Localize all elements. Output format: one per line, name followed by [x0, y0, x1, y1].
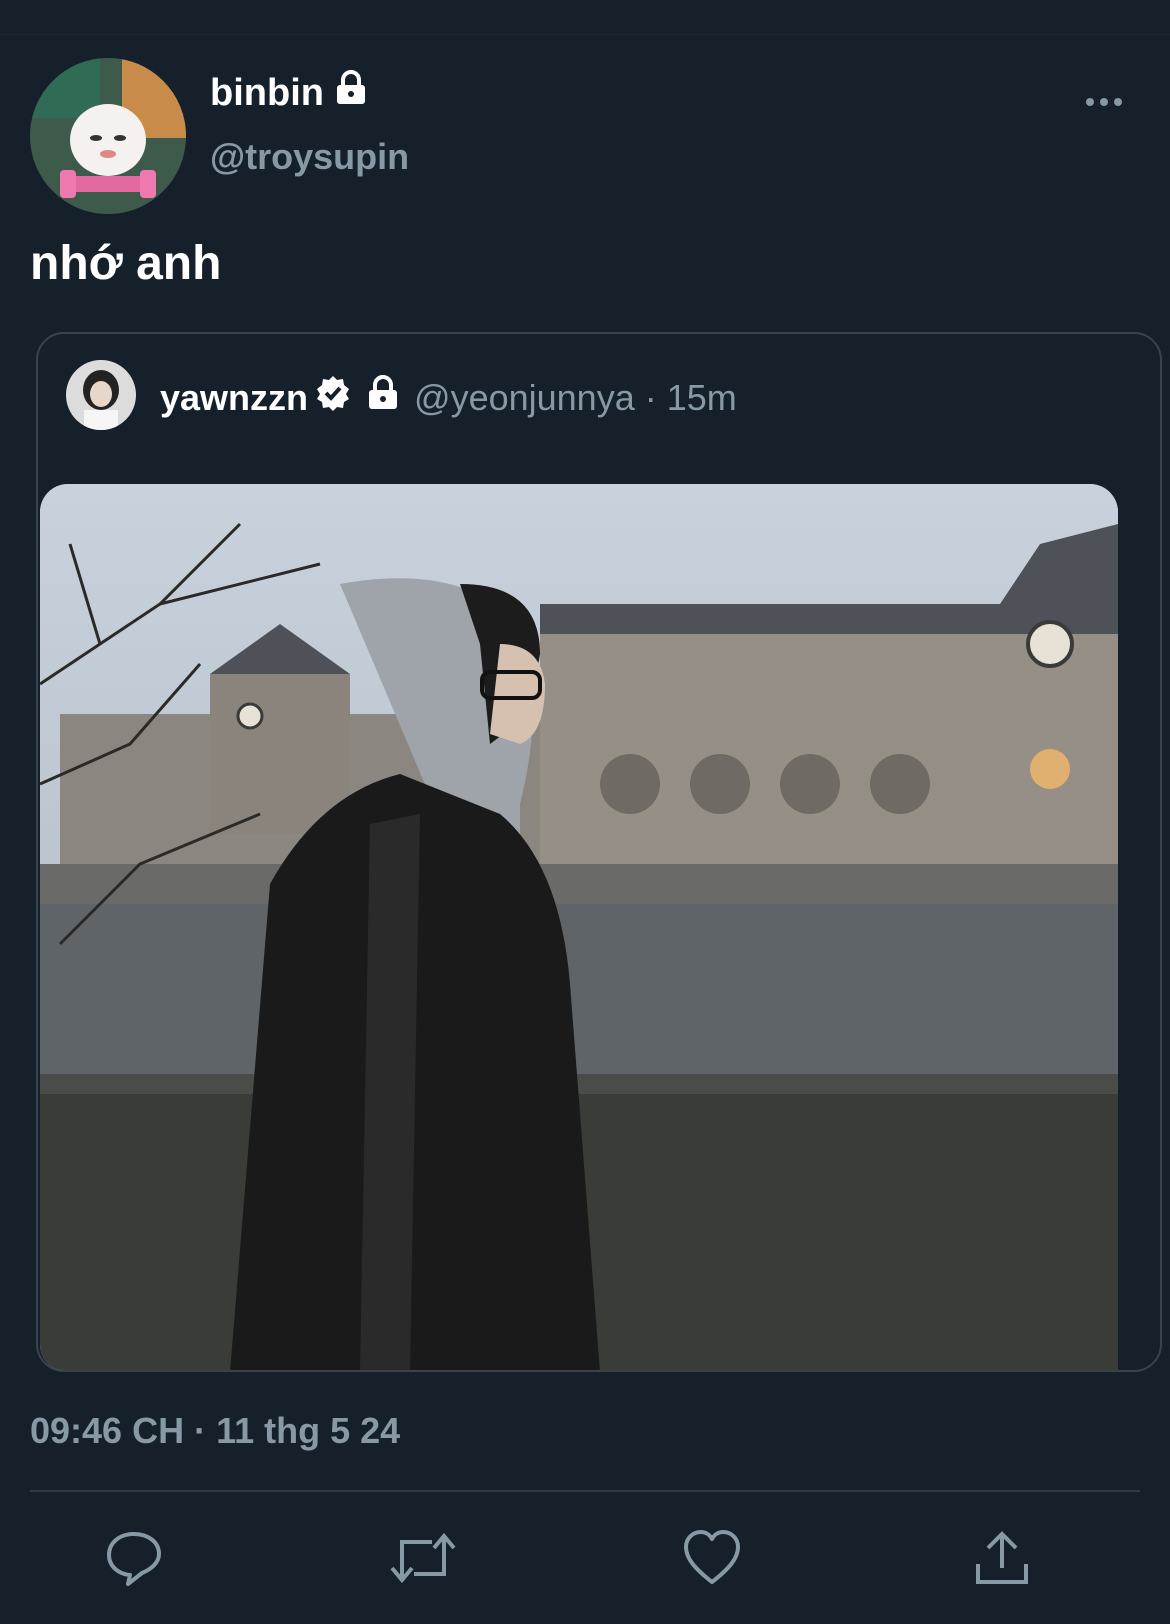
actions-divider [30, 1490, 1140, 1492]
quoted-avatar-image [66, 360, 136, 430]
author-handle[interactable]: @troysupin [210, 136, 409, 178]
retweet-icon[interactable] [388, 1528, 456, 1588]
reply-icon[interactable] [104, 1528, 164, 1588]
photo-image [40, 484, 1118, 1370]
top-divider [0, 34, 1170, 35]
author-display-name[interactable]: binbin [210, 70, 368, 116]
quoted-time[interactable]: 15m [667, 377, 737, 419]
lock-icon [366, 375, 400, 420]
avatar-image [30, 58, 186, 214]
tweet-text: nhớ anh [30, 237, 222, 290]
quoted-handle[interactable]: @yeonjunnya [414, 377, 635, 419]
author-avatar[interactable] [30, 58, 186, 214]
quoted-header: yawnzzn @yeonjunnya · 15m [160, 374, 737, 421]
separator-dot: · [644, 376, 657, 418]
quoted-media-photo[interactable] [40, 484, 1118, 1370]
quoted-display-name[interactable]: yawnzzn [160, 377, 308, 419]
author-name-text: binbin [210, 71, 324, 114]
heart-icon[interactable] [682, 1528, 742, 1588]
verified-badge-icon [314, 374, 352, 421]
lock-icon [334, 70, 368, 116]
tweet-timestamp[interactable]: 09:46 CH · 11 thg 5 24 [30, 1410, 400, 1452]
share-icon[interactable] [974, 1528, 1034, 1588]
quoted-avatar[interactable] [66, 360, 136, 430]
more-horizontal-icon[interactable] [1086, 98, 1122, 106]
quoted-tweet-card[interactable]: yawnzzn @yeonjunnya · 15m [36, 332, 1162, 1372]
